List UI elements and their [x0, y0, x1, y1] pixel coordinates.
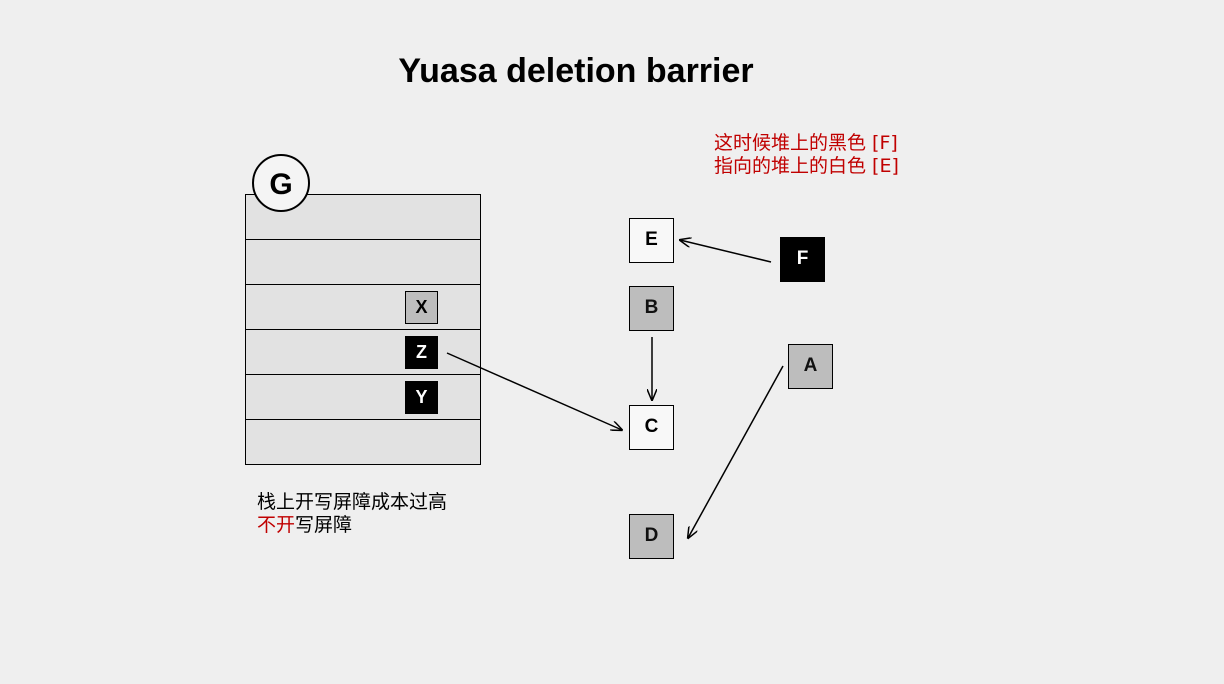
stack-annotation-no: 不开 [257, 514, 296, 536]
edges-layer [446, 0, 784, 684]
stack-annotation-line1: 栈上开写屏障成本过高 [257, 491, 448, 513]
edge-z-to-c [446, 352, 622, 430]
edge-a-to-d [688, 365, 784, 538]
stack-annotation: 栈上开写屏障成本过高 不开写屏障 [257, 491, 447, 537]
heap-annotation-line1: 这时候堆上的黑色 [F] [714, 132, 898, 154]
heap-annotation: 这时候堆上的黑色 [F] 指向的堆上的白色 [E] [714, 132, 899, 178]
heap-annotation-line2: 指向的堆上的白色 [E] [714, 155, 899, 177]
stack-annotation-line2: 不开写屏障 [257, 514, 447, 537]
edge-f-to-e [680, 240, 772, 263]
stack-annotation-barrier: 写屏障 [295, 514, 353, 536]
